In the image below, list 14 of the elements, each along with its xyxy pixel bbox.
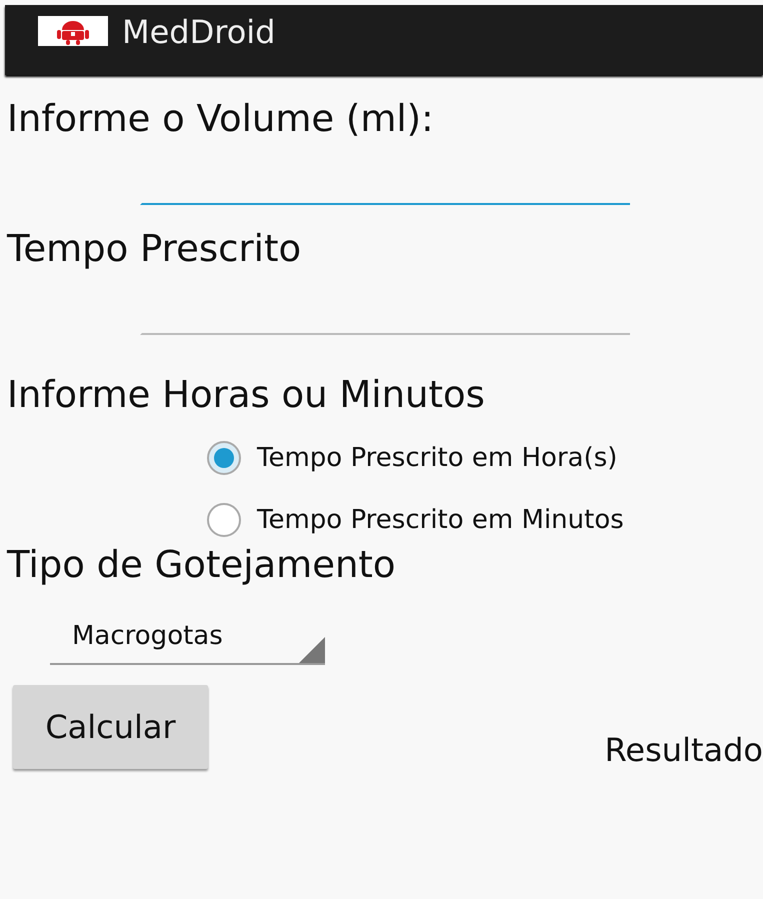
app-title: MedDroid xyxy=(122,12,276,52)
radio-label[interactable]: Tempo Prescrito em Hora(s) xyxy=(257,443,618,473)
robot-icon xyxy=(38,16,108,46)
drip-label: Tipo de Gotejamento xyxy=(7,543,397,587)
result-text: Resultado xyxy=(604,731,763,769)
unit-label: Informe Horas ou Minutos xyxy=(7,373,486,417)
radio-label[interactable]: Tempo Prescrito em Minutos xyxy=(257,505,624,535)
calculate-button[interactable]: Calcular xyxy=(13,685,208,769)
radio-button[interactable] xyxy=(207,503,241,537)
drip-type-dropdown[interactable]: Macrogotas xyxy=(50,615,325,665)
time-label: Tempo Prescrito xyxy=(7,227,302,271)
dropdown-corner-icon xyxy=(299,637,325,663)
volume-label: Informe o Volume (ml): xyxy=(7,97,435,141)
radio-button[interactable] xyxy=(207,441,241,475)
